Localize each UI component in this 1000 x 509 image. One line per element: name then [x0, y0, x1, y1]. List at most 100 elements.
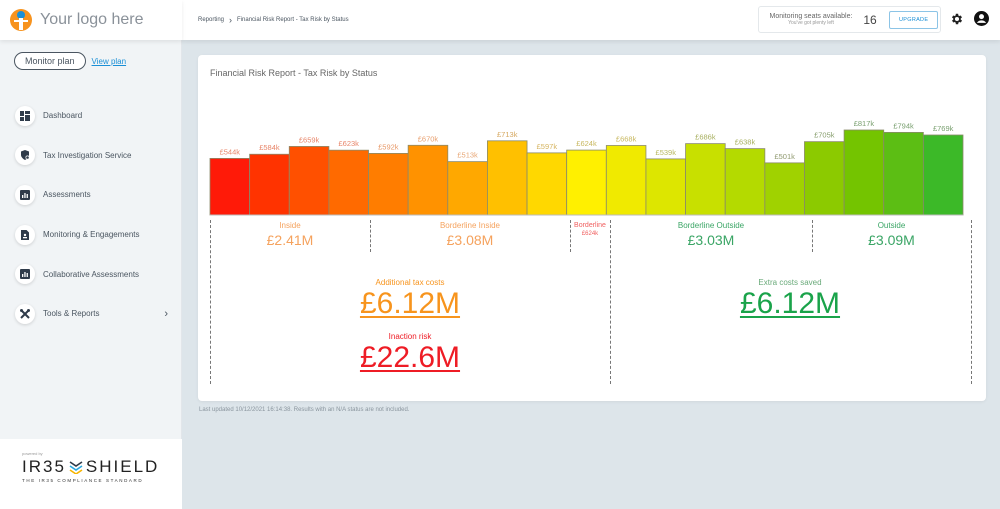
bar[interactable]: [407, 144, 449, 216]
sidebar-item-assessments[interactable]: Assessments: [0, 175, 182, 215]
bar[interactable]: [804, 141, 845, 216]
inaction-risk-value[interactable]: £22.6M: [290, 341, 530, 375]
brand-name: IR35 SHIELD: [22, 457, 182, 477]
bar-label: £513k: [457, 151, 478, 160]
bar[interactable]: [922, 134, 964, 216]
bar-label: £501k: [774, 152, 795, 161]
top-bar: Reporting › Financial Risk Report - Tax …: [182, 0, 1000, 40]
monitoring-seats-box: Monitoring seats available: You've got p…: [758, 6, 941, 33]
brand-tagline: THE IR35 COMPLIANCE STANDARD: [22, 478, 144, 483]
sidebar-item-tools-reports[interactable]: Tools & Reports ›: [0, 294, 182, 334]
additional-tax-costs: Additional tax costs £6.12M: [290, 278, 530, 321]
sidebar-item-collaborative[interactable]: Collaborative Assessments: [0, 254, 182, 294]
bar-label: £592k: [378, 142, 399, 151]
group-label: Outside: [877, 221, 906, 230]
bar[interactable]: [526, 152, 568, 216]
bar[interactable]: [288, 146, 330, 216]
logo[interactable]: Your logo here: [0, 0, 182, 40]
bar-label: £769k: [933, 124, 954, 133]
additional-tax-label: Additional tax costs: [375, 278, 445, 287]
sidebar-item-tax-investigation[interactable]: Tax Investigation Service: [0, 136, 182, 176]
sidebar-item-label: Collaborative Assessments: [43, 269, 140, 279]
seats-label: Monitoring seats available:: [769, 13, 853, 20]
bar-label: £794k: [893, 121, 914, 130]
bar[interactable]: [209, 158, 251, 216]
sidebar-nav: Dashboard Tax Investigation Service Asse…: [0, 96, 182, 334]
breadcrumb-reporting[interactable]: Reporting: [198, 17, 224, 23]
group-label: Inside: [279, 221, 301, 230]
sidebar-item-monitoring[interactable]: Monitoring & Engagements: [0, 215, 182, 255]
breadcrumb: Reporting › Financial Risk Report - Tax …: [198, 15, 349, 25]
sidebar-item-label: Dashboard: [43, 111, 83, 121]
sidebar-item-dashboard[interactable]: Dashboard: [0, 96, 182, 136]
group-label: Borderline Outside: [677, 221, 745, 230]
document-person-icon: [15, 224, 35, 245]
sidebar-item-label: Monitoring & Engagements: [43, 230, 140, 240]
bar-label: £686k: [695, 133, 716, 142]
breadcrumb-current: Financial Risk Report - Tax Risk by Stat…: [237, 17, 349, 23]
bar-label: £817k: [854, 119, 875, 128]
ir35-shield-logo: powered by IR35 SHIELD THE IR35 COMPLIAN…: [0, 439, 182, 509]
bar[interactable]: [764, 162, 805, 216]
last-updated-note: Last updated 10/12/2021 16:14:38. Result…: [199, 407, 410, 413]
group-borderline: Borderline £624k: [570, 222, 610, 237]
sidebar-item-label: Tools & Reports: [43, 309, 100, 319]
bar-label: £623k: [338, 139, 359, 148]
dashboard-icon: [15, 105, 35, 126]
bar-label: £638k: [735, 138, 756, 147]
group-label: Borderline Inside: [439, 221, 501, 230]
extra-costs-saved-value[interactable]: £6.12M: [670, 287, 910, 321]
bar-label: £670k: [418, 134, 439, 143]
bar-label: £713k: [497, 130, 518, 139]
inaction-risk-label: Inaction risk: [388, 332, 432, 341]
group-value: £3.09M: [868, 232, 915, 248]
bar-label: £624k: [576, 139, 597, 148]
group-value: £2.41M: [266, 232, 314, 248]
sidebar-item-label: Assessments: [43, 190, 91, 200]
bar-chart-icon: [15, 184, 35, 205]
bar[interactable]: [883, 131, 924, 216]
bar-label: £668k: [616, 135, 637, 144]
shield-chevron-icon: [69, 461, 83, 474]
bar-label: £539k: [656, 148, 677, 157]
group-value: £624k: [581, 231, 599, 237]
logo-text: Your logo here: [40, 11, 144, 28]
gear-icon[interactable]: [950, 12, 964, 26]
bar-label: £597k: [537, 142, 558, 151]
bar[interactable]: [368, 153, 409, 216]
report-card: Financial Risk Report - Tax Risk by Stat…: [198, 55, 986, 401]
bar[interactable]: [605, 145, 647, 216]
bar[interactable]: [447, 161, 488, 216]
view-plan-link[interactable]: View plan: [92, 57, 127, 66]
monitor-plan-button[interactable]: Monitor plan: [14, 52, 86, 70]
divider: [971, 220, 972, 384]
bar-label: £659k: [299, 135, 320, 144]
extra-costs-saved-label: Extra costs saved: [758, 278, 822, 287]
account-icon[interactable]: [974, 11, 989, 26]
bar-label: £544k: [220, 147, 241, 156]
bar[interactable]: [487, 140, 528, 216]
extra-costs-saved: Extra costs saved £6.12M: [670, 278, 910, 321]
additional-tax-value[interactable]: £6.12M: [290, 287, 530, 321]
bar-label: £705k: [814, 131, 835, 140]
bar[interactable]: [843, 129, 885, 216]
inaction-risk: Inaction risk £22.6M: [290, 332, 530, 375]
bar[interactable]: [685, 143, 726, 216]
group-borderline-inside: Borderline Inside £3.08M: [370, 221, 570, 248]
bar-label: £584k: [259, 143, 280, 152]
chevron-right-icon: ›: [229, 15, 233, 25]
bar-chart-icon: [15, 264, 35, 285]
upgrade-button[interactable]: UPGRADE: [889, 10, 939, 29]
chevron-right-icon: ›: [164, 307, 168, 320]
group-value: £3.08M: [446, 232, 494, 248]
group-borderline-outside: Borderline Outside £3.03M: [610, 221, 812, 248]
bar[interactable]: [724, 148, 766, 216]
tools-icon: [15, 303, 35, 324]
group-value: £3.03M: [687, 232, 735, 248]
bar[interactable]: [249, 153, 290, 216]
seats-sublabel: You've got plenty left: [788, 20, 834, 26]
logo-icon: [10, 9, 32, 31]
bar[interactable]: [566, 149, 607, 216]
bar[interactable]: [328, 149, 369, 216]
bar[interactable]: [645, 158, 686, 216]
